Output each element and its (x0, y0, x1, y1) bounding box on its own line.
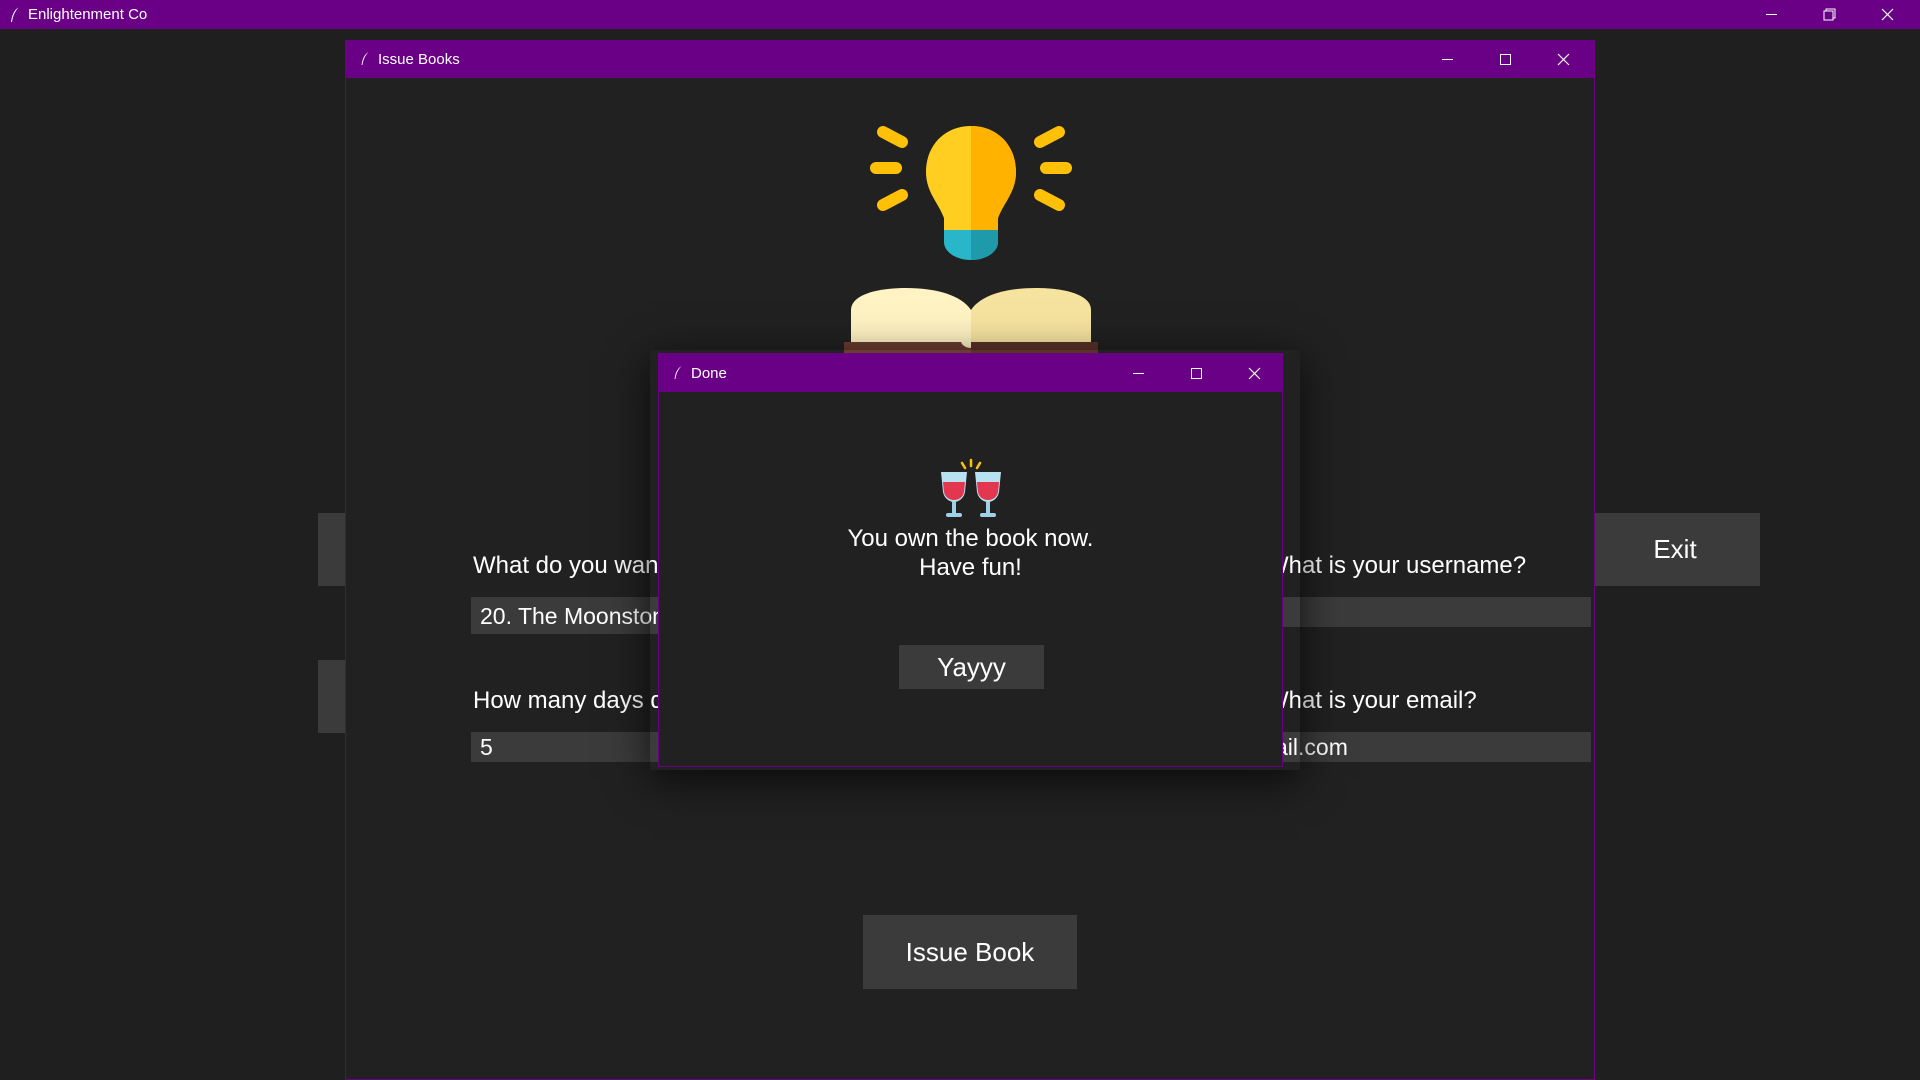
feather-icon (11, 6, 20, 22)
minimize-button[interactable] (1418, 40, 1476, 78)
email-field-label: What is your email? (1266, 687, 1477, 714)
issue-book-button[interactable]: Issue Book (863, 915, 1077, 989)
app-window-controls (1742, 0, 1916, 29)
close-button[interactable] (1858, 0, 1916, 29)
minimize-icon (1441, 58, 1453, 60)
done-dialog-title: Done (691, 364, 727, 382)
close-button[interactable] (1534, 40, 1592, 78)
done-message-line2: Have fun! (919, 554, 1022, 581)
issue-window-title: Issue Books (378, 50, 460, 68)
done-message-line1: You own the book now. (847, 525, 1094, 552)
username-input[interactable] (1266, 597, 1591, 627)
maximize-button[interactable] (1476, 40, 1534, 78)
app-title: Enlightenment Co (28, 6, 148, 23)
feather-icon (361, 52, 369, 65)
minimize-button[interactable] (1742, 0, 1800, 29)
username-field-label: What is your username? (1266, 552, 1527, 579)
yayyy-button[interactable]: Yayyy (899, 645, 1044, 689)
close-icon (1248, 367, 1260, 379)
done-dialog-titlebar: Done (659, 354, 1282, 392)
maximize-icon (1190, 367, 1202, 379)
maximize-button[interactable] (1167, 354, 1225, 392)
done-message: You own the book now. Have fun! (659, 524, 1282, 582)
close-icon (1557, 53, 1569, 65)
restore-button[interactable] (1800, 0, 1858, 29)
maximize-icon (1499, 53, 1511, 65)
clinking-glasses-icon (941, 458, 1001, 517)
close-button[interactable] (1225, 354, 1283, 392)
minimize-icon (1765, 14, 1777, 15)
restore-icon (1823, 8, 1835, 21)
issue-window-titlebar: Issue Books (346, 40, 1594, 78)
minimize-icon (1132, 372, 1144, 374)
feather-icon (674, 366, 682, 379)
issue-window-controls (1418, 40, 1592, 78)
close-icon (1881, 8, 1893, 21)
done-dialog: Done You own the book now. Have fun! Yay… (658, 353, 1283, 767)
exit-button[interactable]: Exit (1580, 513, 1760, 586)
app-titlebar: Enlightenment Co (0, 0, 1920, 29)
done-dialog-controls (1109, 354, 1283, 392)
minimize-button[interactable] (1109, 354, 1167, 392)
email-input[interactable]: ail.com (1266, 732, 1591, 762)
